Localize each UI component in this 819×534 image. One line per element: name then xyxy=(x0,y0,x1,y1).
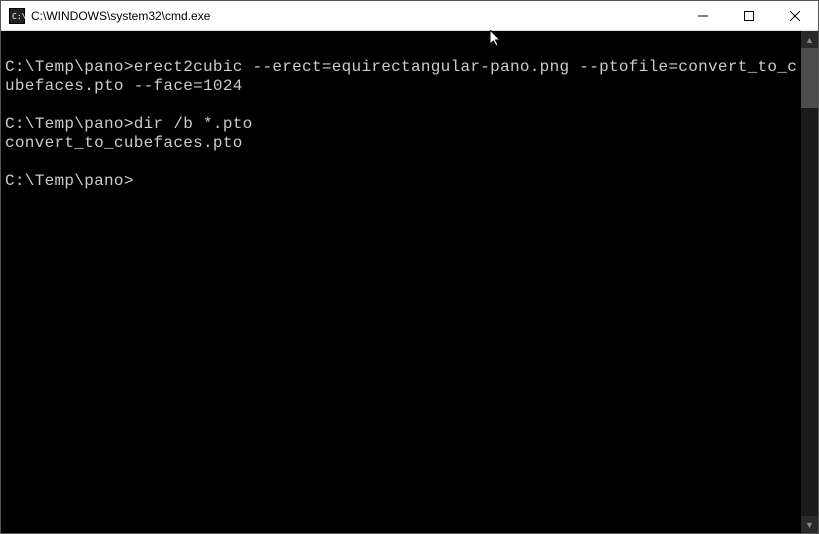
terminal-area: C:\Temp\pano>erect2cubic --erect=equirec… xyxy=(1,31,818,533)
terminal-output[interactable]: C:\Temp\pano>erect2cubic --erect=equirec… xyxy=(1,31,801,533)
close-icon xyxy=(790,11,800,21)
window-controls xyxy=(680,1,818,30)
titlebar[interactable]: C:\ C:\WINDOWS\system32\cmd.exe xyxy=(1,1,818,31)
maximize-button[interactable] xyxy=(726,1,772,30)
scroll-thumb[interactable] xyxy=(801,48,818,108)
minimize-button[interactable] xyxy=(680,1,726,30)
scroll-up-arrow[interactable]: ▲ xyxy=(801,31,818,48)
svg-text:C:\: C:\ xyxy=(12,12,25,21)
minimize-icon xyxy=(698,11,708,21)
maximize-icon xyxy=(744,11,754,21)
cmd-icon: C:\ xyxy=(9,8,25,24)
scroll-down-arrow[interactable]: ▼ xyxy=(801,516,818,533)
window-title: C:\WINDOWS\system32\cmd.exe xyxy=(31,9,680,23)
vertical-scrollbar[interactable]: ▲ ▼ xyxy=(801,31,818,533)
close-button[interactable] xyxy=(772,1,818,30)
cmd-window: C:\ C:\WINDOWS\system32\cmd.exe xyxy=(0,0,819,534)
